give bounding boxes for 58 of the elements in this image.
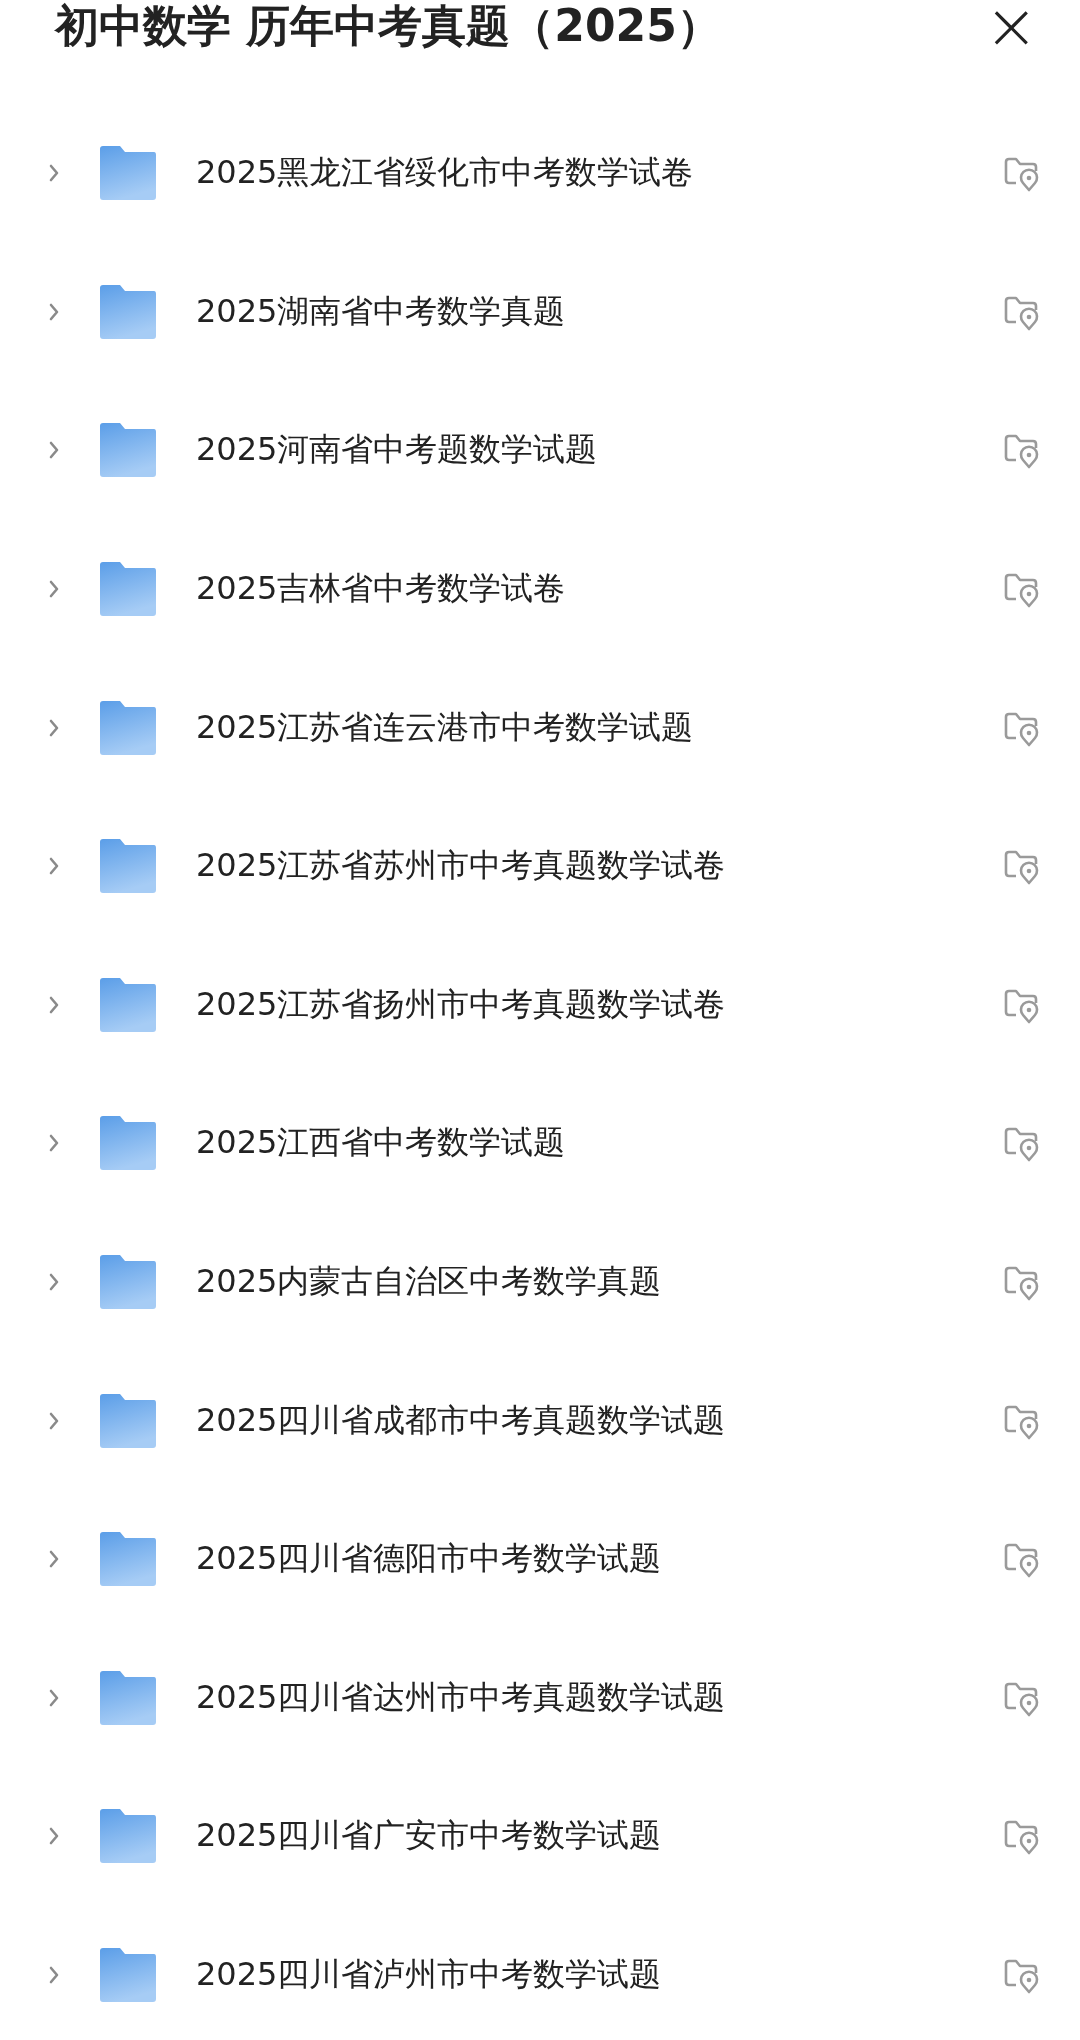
chevron-icon[interactable] bbox=[48, 1272, 60, 1293]
chevron-icon[interactable] bbox=[48, 1133, 60, 1154]
folder-name: 2025吉林省中考数学试卷 bbox=[196, 568, 567, 610]
folder-name: 2025江苏省连云港市中考数学试题 bbox=[196, 706, 695, 748]
folder-icon bbox=[98, 838, 158, 895]
folder-icon bbox=[98, 1531, 158, 1588]
folder-row[interactable]: 2025河南省中考题数学试题 bbox=[0, 381, 1080, 520]
folder-name: 2025江苏省扬州市中考真题数学试卷 bbox=[196, 983, 727, 1025]
folder-row[interactable]: 2025江苏省扬州市中考真题数学试卷 bbox=[0, 935, 1080, 1075]
chevron-icon[interactable] bbox=[48, 163, 60, 184]
page-title: 初中数学 历年中考真题（2025） bbox=[55, 0, 721, 53]
folder-name: 2025四川省达州市中考真题数学试题 bbox=[196, 1676, 727, 1718]
folder-row[interactable]: 2025江苏省苏州市中考真题数学试卷 bbox=[0, 796, 1080, 936]
folder-row[interactable]: 2025四川省达州市中考真题数学试题 bbox=[0, 1628, 1080, 1768]
folder-row[interactable]: 2025四川省德阳市中考数学试题 bbox=[0, 1489, 1080, 1629]
folder-icon bbox=[98, 1808, 158, 1865]
folder-row[interactable]: 2025四川省泸州市中考数学试题 bbox=[0, 1905, 1080, 2040]
folder-name: 2025河南省中考题数学试题 bbox=[196, 429, 599, 471]
folder-name: 2025江苏省苏州市中考真题数学试卷 bbox=[196, 845, 727, 887]
folder-icon bbox=[98, 283, 158, 340]
folder-row[interactable]: 2025吉林省中考数学试卷 bbox=[0, 519, 1080, 659]
chevron-icon[interactable] bbox=[48, 856, 60, 877]
chevron-icon[interactable] bbox=[48, 579, 60, 600]
chevron-icon[interactable] bbox=[48, 1687, 60, 1708]
folder-name: 2025四川省成都市中考真题数学试题 bbox=[196, 1399, 727, 1441]
folder-row[interactable]: 2025内蒙古自治区中考数学真题 bbox=[0, 1212, 1080, 1352]
folder-row[interactable]: 2025四川省成都市中考真题数学试题 bbox=[0, 1351, 1080, 1490]
folder-icon bbox=[98, 1669, 158, 1726]
folder-icon bbox=[98, 561, 158, 618]
folder-icon bbox=[98, 1254, 158, 1311]
folder-icon bbox=[98, 1392, 158, 1449]
folder-name: 2025四川省广安市中考数学试题 bbox=[196, 1815, 663, 1857]
chevron-icon[interactable] bbox=[48, 440, 60, 461]
chevron-icon[interactable] bbox=[48, 301, 60, 322]
chevron-icon[interactable] bbox=[48, 994, 60, 1015]
chevron-icon[interactable] bbox=[48, 1410, 60, 1431]
folder-name: 2025内蒙古自治区中考数学真题 bbox=[196, 1261, 663, 1303]
folder-name: 2025江西省中考数学试题 bbox=[196, 1122, 567, 1164]
chevron-icon[interactable] bbox=[48, 1549, 60, 1570]
chevron-icon[interactable] bbox=[48, 1826, 60, 1847]
folder-row[interactable]: 2025江西省中考数学试题 bbox=[0, 1074, 1080, 1213]
folder-icon bbox=[98, 145, 158, 202]
folder-name: 2025四川省德阳市中考数学试题 bbox=[196, 1538, 663, 1580]
folder-row[interactable]: 2025江苏省连云港市中考数学试题 bbox=[0, 658, 1080, 797]
folder-row[interactable]: 2025黑龙江省绥化市中考数学试卷 bbox=[0, 104, 1080, 243]
chevron-icon[interactable] bbox=[48, 1965, 60, 1985]
close-button[interactable]: × bbox=[984, 0, 1038, 58]
folder-icon bbox=[98, 422, 158, 479]
folder-icon bbox=[98, 976, 158, 1033]
folder-icon bbox=[98, 1115, 158, 1172]
folder-name: 2025湖南省中考数学真题 bbox=[196, 290, 567, 332]
folder-icon bbox=[98, 1947, 158, 2003]
folder-name: 2025四川省泸州市中考数学试题 bbox=[196, 1954, 663, 1995]
folder-row[interactable]: 2025湖南省中考数学真题 bbox=[0, 242, 1080, 382]
folder-name: 2025黑龙江省绥化市中考数学试卷 bbox=[196, 152, 695, 194]
chevron-icon[interactable] bbox=[48, 717, 60, 738]
folder-row[interactable]: 2025四川省广安市中考数学试题 bbox=[0, 1767, 1080, 1906]
folder-icon bbox=[98, 699, 158, 756]
